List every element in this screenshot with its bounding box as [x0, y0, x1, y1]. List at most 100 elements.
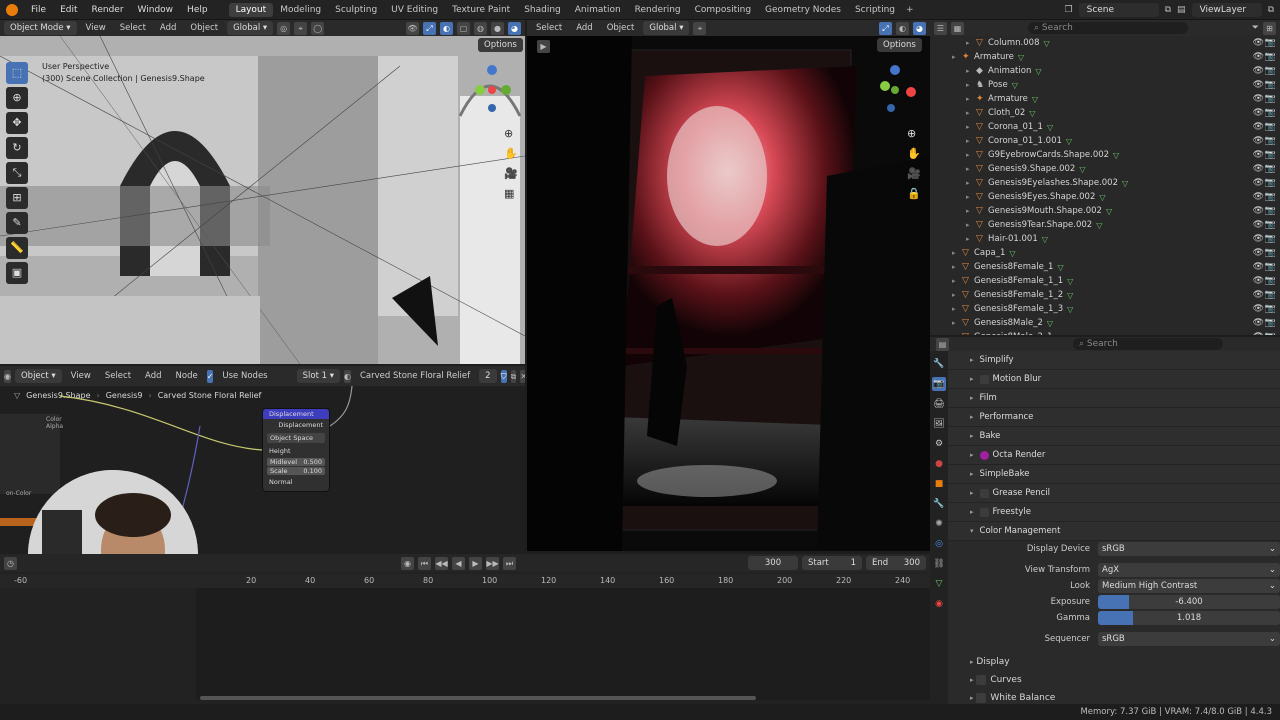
render-camera-icon[interactable]: 📷	[1265, 304, 1276, 314]
section-freestyle[interactable]: ▸ Freestyle	[948, 503, 1280, 522]
render-camera-icon[interactable]: 📷	[1265, 206, 1276, 216]
view-layer-selector[interactable]: ViewLayer	[1191, 2, 1262, 17]
render-camera-icon[interactable]: 📷	[1265, 80, 1276, 90]
pan-hand-icon[interactable]: ✋	[504, 144, 518, 164]
curves-checkbox[interactable]	[976, 675, 987, 685]
object-type-dropdown[interactable]: Object ▾	[14, 369, 62, 383]
visibility-eye-icon[interactable]: 👁	[1253, 66, 1264, 76]
outliner-item[interactable]: ▸▽Genesis8Male_2_1▽👁📷	[930, 330, 1280, 335]
visibility-eye-icon[interactable]: 👁	[1253, 262, 1264, 272]
left-node-partial[interactable]: Color Alpha on-Color	[0, 414, 63, 497]
visibility-eye-icon[interactable]: 👁	[1253, 318, 1264, 328]
workspace-tab-sculpting[interactable]: Sculpting	[328, 3, 384, 17]
expand-arrow-icon[interactable]: ▸	[952, 53, 962, 61]
expand-arrow-icon[interactable]: ▸	[952, 277, 962, 285]
timeline-ruler[interactable]: -60 20 40 60 80 100 120 140 160 180 200 220 240	[0, 574, 930, 588]
render-camera-icon[interactable]: 📷	[1265, 38, 1276, 48]
section-simplify[interactable]: ▸ Simplify	[948, 351, 1280, 370]
expand-arrow-icon[interactable]: ▸	[966, 235, 976, 243]
zoom-icon[interactable]: ⊕	[504, 124, 518, 144]
render-overlay-icon[interactable]: ◐	[896, 21, 909, 35]
render-zoom-icon[interactable]: ⊕	[907, 124, 921, 144]
render-camera-icon[interactable]: 📷	[1265, 262, 1276, 272]
duplicate-material-icon[interactable]: ⧉	[510, 369, 517, 383]
render-tab-icon[interactable]: 📷	[932, 377, 946, 391]
expand-arrow-icon[interactable]: ▸	[966, 67, 976, 75]
material-sphere-icon[interactable]: ◐	[343, 369, 351, 383]
jump-end-icon[interactable]: ⏭	[503, 556, 516, 570]
visibility-eye-icon[interactable]: 👁	[1253, 234, 1264, 244]
filter-icon[interactable]: ⏷	[1252, 23, 1259, 33]
select-tool-icon[interactable]: ⬚	[6, 62, 28, 84]
render-viewport[interactable]: ▶ Options ⊕ ✋ 🎥 🔒	[527, 36, 930, 551]
object-tab-icon[interactable]: ■	[932, 477, 946, 491]
white-balance-checkbox[interactable]	[976, 693, 987, 703]
world-tab-icon[interactable]: ●	[932, 457, 946, 471]
section-performance[interactable]: ▸ Performance	[948, 408, 1280, 427]
material-users-count[interactable]: 2	[479, 369, 497, 383]
visibility-eye-icon[interactable]: 👁	[1253, 206, 1264, 216]
outliner-item[interactable]: ▸ ▽ Genesis8Female_1_1 ▽ 👁 📷	[930, 274, 1280, 288]
render-camera-icon[interactable]: 📷	[1265, 318, 1276, 328]
expand-arrow-icon[interactable]: ▸	[966, 39, 976, 47]
add-workspace-icon[interactable]: +	[906, 5, 914, 15]
add-cube-tool-icon[interactable]: ▣	[6, 262, 28, 284]
expand-arrow-icon[interactable]: ▸	[966, 81, 976, 89]
midlevel-field[interactable]: Midlevel 0.500	[267, 458, 325, 466]
outliner-search[interactable]: ⌕ Search	[1028, 22, 1188, 34]
editor-type-icon[interactable]: ◉	[4, 369, 11, 383]
viewport-menu-object[interactable]: Object	[185, 21, 223, 35]
outliner-item[interactable]: ▸ ▽ Column.008 ▽ 👁 📷	[930, 36, 1280, 50]
render-camera-icon[interactable]: 📷	[1265, 332, 1276, 335]
expand-arrow-icon[interactable]: ▸	[952, 319, 962, 327]
section-octa-render[interactable]: ▸ Octa Render	[948, 446, 1280, 465]
look-dropdown[interactable]: Medium High Contrast ⌄	[1098, 579, 1280, 593]
visibility-eye-icon[interactable]: 👁	[1253, 304, 1264, 314]
snap-icon[interactable]: ⌖	[294, 21, 308, 35]
constraints-tab-icon[interactable]: ⛓	[932, 557, 946, 571]
current-frame-field[interactable]: 300	[748, 556, 798, 570]
outliner-item[interactable]: ▸ ♞ Pose ▽ 👁 📷	[930, 78, 1280, 92]
node-menu-node[interactable]: Node	[171, 369, 203, 383]
visibility-eye-icon[interactable]: 👁	[1253, 38, 1264, 48]
render-snap-icon[interactable]: ⌖	[693, 21, 707, 35]
render-camera-icon[interactable]: 📷	[1265, 108, 1276, 118]
view-layer-tab-icon[interactable]: 🖼	[932, 417, 946, 431]
visibility-eye-icon[interactable]: 👁	[1253, 192, 1264, 202]
shader-node-editor[interactable]: ◉ Object ▾ View Select Add Node ✓ Use No…	[0, 366, 525, 554]
expand-arrow-icon[interactable]: ▸	[952, 333, 962, 335]
outliner-item[interactable]: ▸ ▽ G9EyebrowCards.Shape.002 ▽ 👁 📷	[930, 148, 1280, 162]
prev-key-icon[interactable]: ◀◀	[435, 556, 448, 570]
start-frame-field[interactable]: Start 1	[802, 556, 862, 570]
view-transform-dropdown[interactable]: AgX ⌄	[1098, 563, 1280, 577]
node-menu-view[interactable]: View	[66, 369, 96, 383]
render-camera-icon[interactable]: 📷	[1265, 192, 1276, 202]
outliner-item[interactable]: ▸ ▽ Genesis9Eyelashes.Shape.002 ▽ 👁 📷	[930, 176, 1280, 190]
outliner-item[interactable]: ▸ ▽ Hair-01.001 ▽ 👁 📷	[930, 232, 1280, 246]
properties-search[interactable]: ⌕ Search	[1073, 338, 1223, 350]
outliner-item[interactable]: ▸ ▽ Genesis9Tear.Shape.002 ▽ 👁 📷	[930, 218, 1280, 232]
visibility-eye-icon[interactable]: 👁	[1253, 122, 1264, 132]
outliner[interactable]: ☰ ▦ ⌕ Search ⏷ ⊞ ▸ ▽ Column.008 ▽ 👁 📷 ▸ ✦ Armatu…	[930, 20, 1280, 335]
viewport-menu-add[interactable]: Add	[155, 21, 181, 35]
render-camera-icon[interactable]: ▶	[537, 40, 550, 53]
expand-arrow-icon[interactable]: ▸	[952, 291, 962, 299]
particles-tab-icon[interactable]: ✺	[932, 517, 946, 531]
transform-orientation-dropdown[interactable]: Global ▾	[227, 21, 274, 35]
overlay-icon[interactable]: ◐	[440, 21, 453, 35]
render-gizmo-icon[interactable]: ⤢	[879, 21, 892, 35]
shading-wire-icon[interactable]: ◍	[474, 21, 487, 35]
visibility-eye-icon[interactable]: 👁	[1253, 220, 1264, 230]
object-mode-dropdown[interactable]: Object Mode ▾	[4, 21, 77, 35]
curves-subsection[interactable]: ▸ Curves	[948, 671, 1280, 689]
visibility-eye-icon[interactable]: 👁	[1253, 136, 1264, 146]
outliner-item[interactable]: ▸ ✦ Armature ▽ 👁 📷	[930, 92, 1280, 106]
end-frame-field[interactable]: End 300	[866, 556, 926, 570]
physics-tab-icon[interactable]: ◎	[932, 537, 946, 551]
render-camera-icon[interactable]: 📷	[1265, 66, 1276, 76]
slot-dropdown[interactable]: Slot 1 ▾	[296, 369, 340, 383]
render-menu-add[interactable]: Add	[571, 21, 597, 35]
scale-tool-icon[interactable]: ⤡	[6, 162, 28, 184]
new-scene-icon[interactable]: ⧉	[1165, 5, 1171, 15]
scene-selector[interactable]: Scene	[1078, 2, 1159, 17]
